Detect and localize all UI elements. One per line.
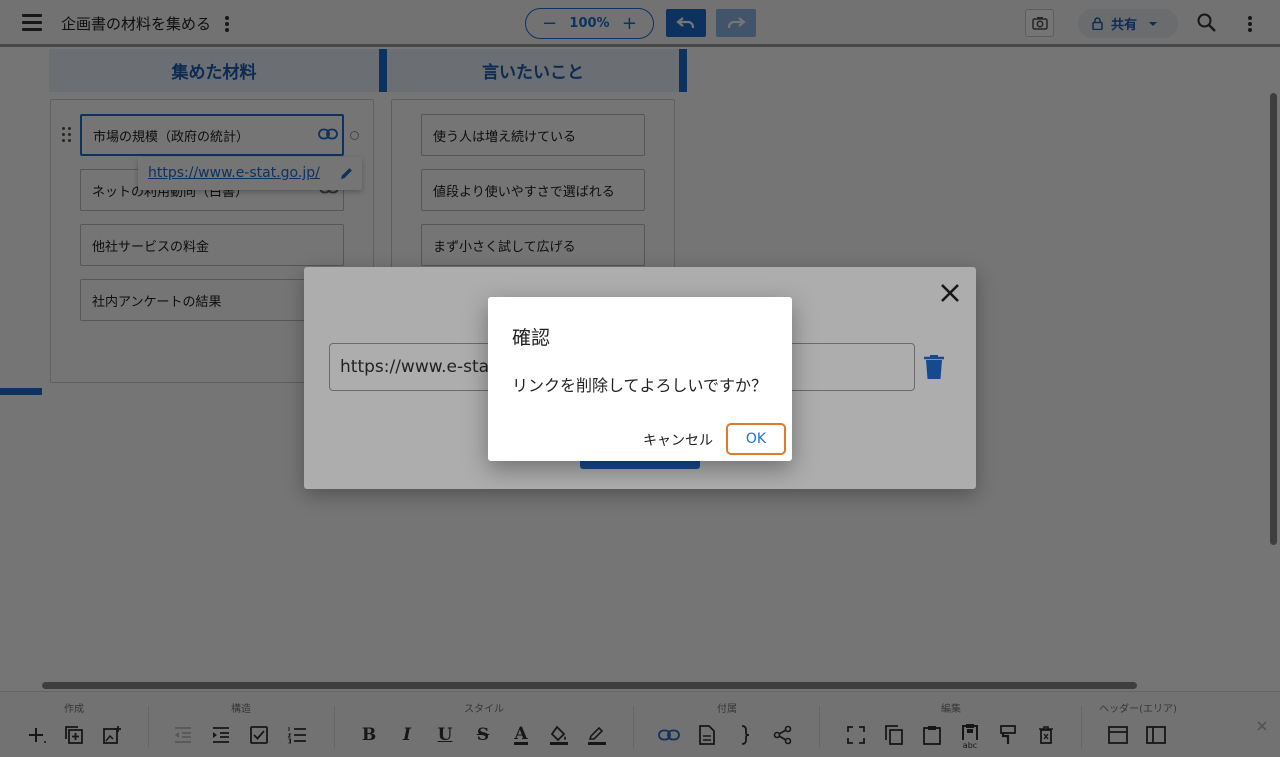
cancel-button[interactable]: キャンセル [638, 425, 718, 455]
dialog-title: 確認 [512, 327, 551, 349]
confirm-dialog: 確認 リンクを削除してよろしいですか？ キャンセル OK [488, 297, 792, 461]
dialog-message: リンクを削除してよろしいですか？ [512, 376, 768, 395]
ok-button[interactable]: OK [726, 423, 786, 455]
